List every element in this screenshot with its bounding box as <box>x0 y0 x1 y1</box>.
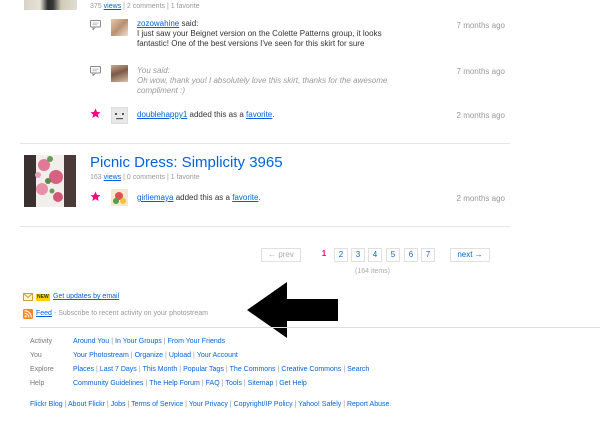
comment-line: fantastic! One of the best versions I've… <box>137 39 365 48</box>
favorites-count: 1 favorite <box>170 3 200 10</box>
item-count: (164 items) <box>355 268 391 275</box>
footer-link[interactable]: This Month <box>143 366 178 373</box>
email-updates-link[interactable]: Get updates by email <box>53 293 119 300</box>
footer-link[interactable]: Popular Tags <box>183 366 224 373</box>
divider <box>20 327 600 328</box>
footer-link[interactable]: Search <box>347 366 369 373</box>
footer-link[interactable]: Your Privacy <box>189 401 228 408</box>
footer-link[interactable]: Get Help <box>279 380 307 387</box>
footer-link[interactable]: FAQ <box>206 380 220 387</box>
new-badge: NEW <box>36 294 50 301</box>
page-link-7[interactable]: 7 <box>421 248 435 262</box>
next-page-button[interactable]: next → <box>450 248 490 262</box>
footer-label: You <box>30 352 42 359</box>
timestamp: 7 months ago <box>456 67 505 76</box>
envelope-icon <box>23 293 33 301</box>
footer-link[interactable]: Places <box>73 366 94 373</box>
comments-count: 2 comments <box>126 3 166 10</box>
favorite-link[interactable]: favorite <box>246 110 272 119</box>
footer-link[interactable]: The Help Forum <box>149 380 200 387</box>
comment-author: You said: <box>137 66 170 75</box>
page-link-5[interactable]: 5 <box>386 248 400 262</box>
footer-link[interactable]: In Your Groups <box>115 338 162 345</box>
footer-link[interactable]: Your Photostream <box>73 352 129 359</box>
photo-thumbnail-2[interactable] <box>24 155 76 207</box>
feed-row: Feed - Subscribe to recent activity on y… <box>36 310 208 317</box>
footer-link[interactable]: Copyright/IP Policy <box>234 401 293 408</box>
footer-link[interactable]: The Commons <box>230 366 276 373</box>
footer-link[interactable]: Organize <box>135 352 163 359</box>
footer-bottom-links: Flickr Blog | About Flickr | Jobs | Term… <box>30 401 390 408</box>
comment-1: zozowahine said: I just saw your Beignet… <box>137 19 382 48</box>
avatar[interactable] <box>111 19 128 36</box>
footer-link[interactable]: Report Abuse <box>347 401 389 408</box>
timestamp: 2 months ago <box>456 194 505 203</box>
left-arrow-icon <box>247 282 338 338</box>
footer-label: Activity <box>30 338 53 345</box>
favorite-link[interactable]: favorite <box>232 193 258 202</box>
comment-line: I just saw your Beignet version on the C… <box>137 29 382 38</box>
footer-link[interactable]: Your Account <box>197 352 238 359</box>
favorite-user-link[interactable]: girliemaya <box>137 193 173 202</box>
speech-bubble-icon <box>90 20 101 30</box>
photo-thumbnail-1[interactable] <box>24 0 77 10</box>
favorite-activity-2: girliemaya added this as a favorite. <box>137 193 261 202</box>
views-count: 163 <box>90 174 102 181</box>
comment-author-link[interactable]: zozowahine <box>137 19 179 28</box>
page-link-6[interactable]: 6 <box>404 248 418 262</box>
footer-link[interactable]: Yahoo! Safely <box>298 401 341 408</box>
divider <box>20 226 510 227</box>
page-link-1[interactable]: 1 <box>318 248 330 262</box>
footer-link[interactable]: Flickr Blog <box>30 401 63 408</box>
star-icon <box>90 191 101 201</box>
views-link[interactable]: views <box>104 174 122 181</box>
comments-count: 0 comments <box>126 174 166 181</box>
footer-link[interactable]: About Flickr <box>68 401 105 408</box>
speech-bubble-icon <box>90 66 101 76</box>
feed-link[interactable]: Feed <box>36 310 52 317</box>
footer-link[interactable]: Terms of Service <box>131 401 183 408</box>
favorites-count: 1 favorite <box>170 174 200 181</box>
comment-2: You said: Oh wow, thank you! I absolutel… <box>137 66 387 96</box>
photo-meta-1: 375 views | 2 comments | 1 favorite <box>90 3 200 10</box>
footer-link[interactable]: Last 7 Days <box>100 366 137 373</box>
avatar[interactable] <box>111 65 128 82</box>
divider <box>20 143 510 144</box>
prev-page-button: ← prev <box>261 248 301 262</box>
footer-link[interactable]: Jobs <box>111 401 126 408</box>
footer-link[interactable]: Upload <box>169 352 191 359</box>
footer-label: Help <box>30 380 45 387</box>
footer-link[interactable]: From Your Friends <box>168 338 226 345</box>
photo-meta-2: 163 views | 0 comments | 1 favorite <box>90 174 200 181</box>
comment-line: compliment :) <box>137 86 186 95</box>
page-link-2[interactable]: 2 <box>334 248 348 262</box>
footer-label: Explore <box>30 366 54 373</box>
favorite-user-link[interactable]: doublehappy1 <box>137 110 187 119</box>
page-link-3[interactable]: 3 <box>351 248 365 262</box>
feed-description: - Subscribe to recent activity on your p… <box>53 310 208 317</box>
page-link-4[interactable]: 4 <box>368 248 382 262</box>
footer-link[interactable]: Around You <box>73 338 109 345</box>
favorite-activity-1: doublehappy1 added this as a favorite. <box>137 110 275 119</box>
footer-link[interactable]: Creative Commons <box>281 366 341 373</box>
avatar[interactable] <box>111 189 128 206</box>
footer-link[interactable]: Sitemap <box>248 380 274 387</box>
rss-icon <box>23 309 33 319</box>
views-count: 375 <box>90 3 102 10</box>
views-link[interactable]: views <box>104 3 122 10</box>
avatar[interactable] <box>111 107 128 124</box>
footer-link[interactable]: Community Guidelines <box>73 380 143 387</box>
timestamp: 2 months ago <box>456 111 505 120</box>
photo-title-link[interactable]: Picnic Dress: Simplicity 3965 <box>90 154 283 171</box>
footer-link[interactable]: Tools <box>226 380 242 387</box>
timestamp: 7 months ago <box>456 21 505 30</box>
comment-line: Oh wow, thank you! I absolutely love thi… <box>137 76 388 85</box>
star-icon <box>90 108 101 118</box>
